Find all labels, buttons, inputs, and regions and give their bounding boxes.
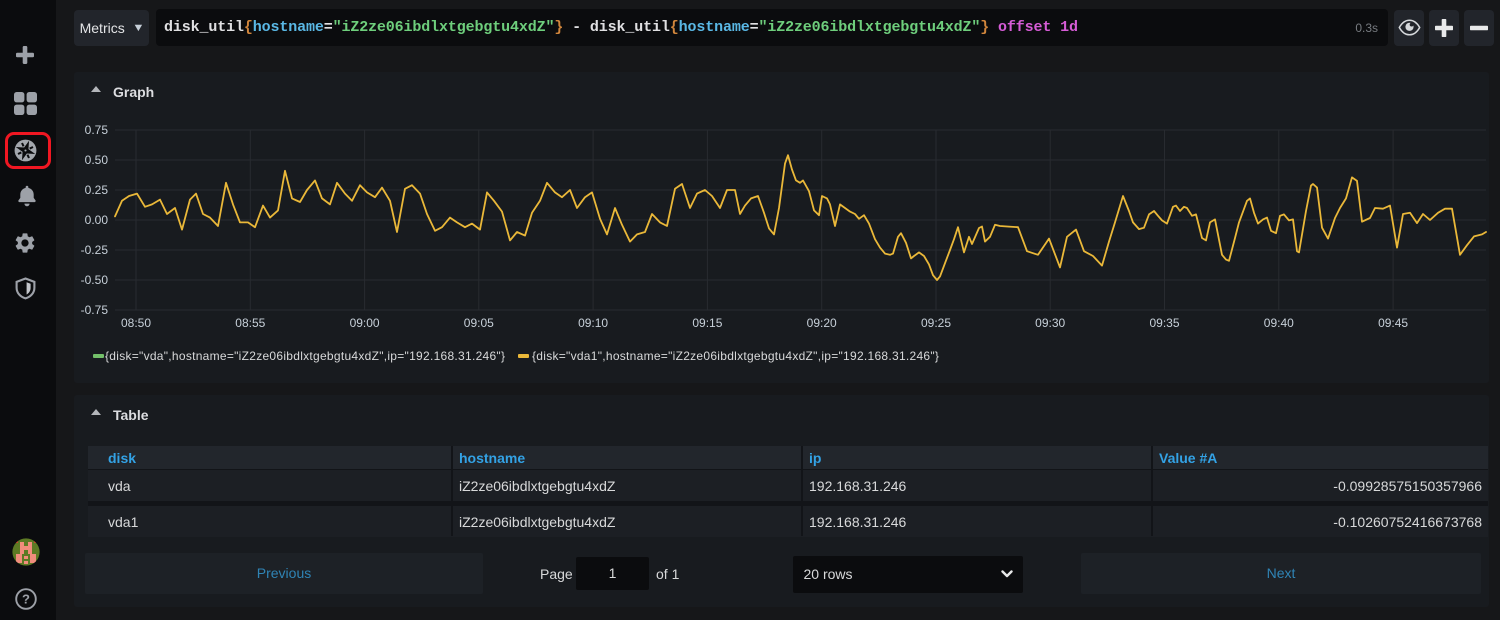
svg-text:?: ? [22, 591, 30, 606]
